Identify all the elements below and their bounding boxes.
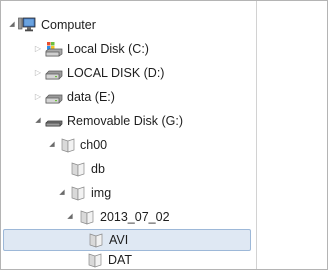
folder-icon (60, 137, 76, 153)
computer-icon (18, 17, 36, 33)
folder-icon (70, 185, 86, 201)
tree-item-label: 2013_07_02 (100, 210, 170, 224)
tree-item-label: Local Disk (C:) (67, 42, 149, 56)
tree-item-local-disk-d[interactable]: ▷ LOCAL DISK (D:) (1, 62, 251, 84)
folder-icon (87, 252, 103, 268)
expand-arrow-icon[interactable]: ◢ (57, 182, 67, 204)
tree-item-avi[interactable]: AVI (3, 229, 251, 251)
tree-item-label: ch00 (80, 138, 108, 152)
tree-item-label: data (E:) (67, 90, 115, 104)
collapse-arrow-icon[interactable]: ▷ (33, 62, 43, 84)
tree-item-computer[interactable]: ◢ Computer (1, 14, 251, 36)
navigation-tree-pane[interactable]: ◢ Computer ▷ Local Disk (C:) ▷ LOCAL DIS… (1, 1, 257, 269)
tree-item-data-e[interactable]: ▷ data (E:) (1, 86, 251, 108)
folder-icon (79, 209, 95, 225)
folder-icon (70, 161, 86, 177)
tree-item-label: db (91, 162, 105, 176)
tree-item-label: Removable Disk (G:) (67, 114, 183, 128)
tree-item-label: img (91, 186, 112, 200)
expand-arrow-icon[interactable]: ◢ (65, 206, 75, 228)
collapse-arrow-icon[interactable]: ▷ (33, 38, 43, 60)
system-drive-icon (45, 41, 63, 57)
tree-item-removable-disk-g[interactable]: ◢ Removable Disk (G:) (1, 110, 251, 132)
expand-arrow-icon[interactable]: ◢ (33, 110, 43, 132)
hard-drive-icon (45, 89, 63, 105)
tree-item-label: AVI (109, 233, 129, 247)
tree-item-dat[interactable]: DAT (1, 251, 251, 269)
tree-item-label: LOCAL DISK (D:) (67, 66, 165, 80)
tree-item-db[interactable]: db (1, 158, 251, 180)
tree-item-label: DAT (108, 253, 133, 267)
tree-item-img[interactable]: ◢ img (1, 182, 251, 204)
tree-item-label: Computer (41, 18, 96, 32)
tree-item-ch00[interactable]: ◢ ch00 (1, 134, 251, 156)
detail-pane[interactable] (257, 1, 327, 269)
explorer-window: ◢ Computer ▷ Local Disk (C:) ▷ LOCAL DIS… (0, 0, 328, 270)
removable-drive-icon (45, 113, 63, 129)
collapse-arrow-icon[interactable]: ▷ (33, 86, 43, 108)
expand-arrow-icon[interactable]: ◢ (7, 14, 17, 36)
folder-icon (88, 232, 104, 248)
tree-item-local-disk-c[interactable]: ▷ Local Disk (C:) (1, 38, 251, 60)
expand-arrow-icon[interactable]: ◢ (47, 134, 57, 156)
hard-drive-icon (45, 65, 63, 81)
tree-item-2013-07-02[interactable]: ◢ 2013_07_02 (1, 206, 251, 228)
